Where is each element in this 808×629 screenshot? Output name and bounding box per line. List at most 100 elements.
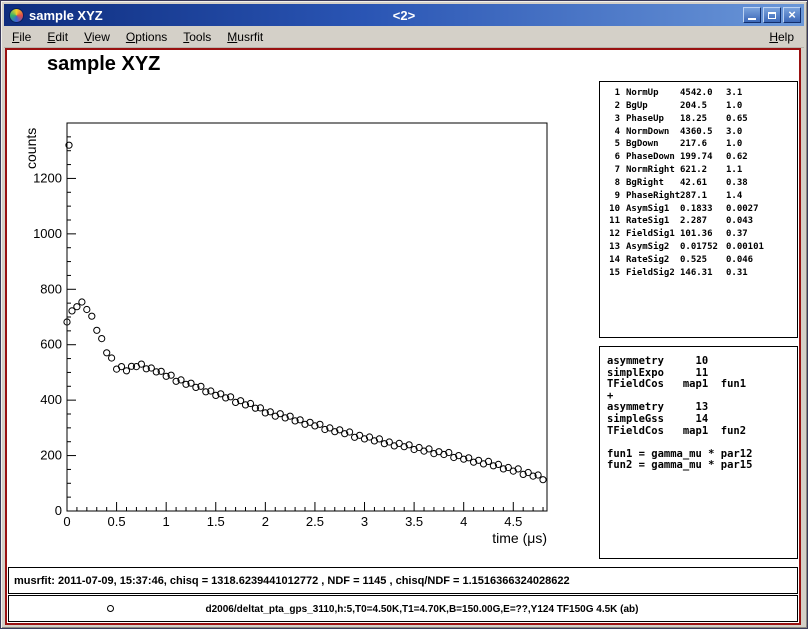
param-value: 18.25 [680,113,726,126]
param-name: AsymSig2 [626,241,680,254]
param-num: 9 [606,190,620,203]
param-error: 1.0 [726,100,797,113]
menu-item-help[interactable]: Help [759,27,804,47]
close-button[interactable]: × [783,7,801,23]
param-row: 9PhaseRight287.11.4 [606,190,797,203]
x-axis-label: time (μs) [492,530,547,546]
svg-text:1: 1 [163,514,170,529]
svg-text:400: 400 [40,392,62,407]
param-value: 204.5 [680,100,726,113]
param-value: 0.1833 [680,203,726,216]
svg-text:200: 200 [40,448,62,463]
chart[interactable]: 00.511.522.533.544.502004006008001000120… [7,50,567,566]
data-point [74,304,80,310]
param-value: 0.525 [680,254,726,267]
titlebar[interactable]: sample XYZ <2> × [4,4,804,26]
param-name: BgUp [626,100,680,113]
menu-item-file[interactable]: File [4,27,39,47]
data-point [99,336,105,342]
window-title-center: <2> [393,8,415,23]
param-row: 12FieldSig1101.360.37 [606,228,797,241]
root-canvas[interactable]: sample XYZ 00.511.522.533.544.5020040060… [5,48,801,625]
svg-text:800: 800 [40,281,62,296]
run-legend-text: d2006/deltat_pta_gps_3110,h:5,T0=4.50K,T… [9,604,797,615]
theory-line: asymmetry 10 [607,356,797,368]
data-point [109,355,115,361]
param-name: RateSig1 [626,215,680,228]
param-row: 10AsymSig10.18330.0027 [606,203,797,216]
svg-text:2.5: 2.5 [306,514,324,529]
param-error: 0.043 [726,215,797,228]
theory-line: TFieldCos map1 fun1 [607,379,797,391]
svg-text:4.5: 4.5 [504,514,522,529]
param-num: 11 [606,215,620,228]
param-value: 146.31 [680,267,726,280]
menu-item-options[interactable]: Options [118,27,175,47]
param-row: 1NormUp4542.03.1 [606,87,797,100]
param-num: 6 [606,151,620,164]
param-name: BgRight [626,177,680,190]
svg-text:0.5: 0.5 [108,514,126,529]
param-value: 621.2 [680,164,726,177]
param-name: BgDown [626,138,680,151]
run-legend-box: d2006/deltat_pta_gps_3110,h:5,T0=4.50K,T… [8,595,798,622]
param-error: 0.046 [726,254,797,267]
maximize-button[interactable] [763,7,781,23]
param-row: 15FieldSig2146.310.31 [606,267,797,280]
param-value: 199.74 [680,151,726,164]
chart-points [64,142,546,483]
param-name: FieldSig1 [626,228,680,241]
param-row: 6PhaseDown199.740.62 [606,151,797,164]
menu-item-edit[interactable]: Edit [39,27,76,47]
param-value: 4360.5 [680,126,726,139]
param-num: 5 [606,138,620,151]
svg-text:1.5: 1.5 [207,514,225,529]
parameter-panel: 1NormUp4542.03.12BgUp204.51.03PhaseUp18.… [599,81,798,338]
fit-info-box: musrfit: 2011-07-09, 15:37:46, chisq = 1… [8,567,798,594]
param-name: NormDown [626,126,680,139]
data-point [540,477,546,483]
param-error: 0.37 [726,228,797,241]
minimize-button[interactable] [743,7,761,23]
param-error: 1.1 [726,164,797,177]
param-num: 8 [606,177,620,190]
param-error: 0.00101 [726,241,797,254]
theory-line: TFieldCos map1 fun2 [607,426,797,438]
param-error: 0.38 [726,177,797,190]
minimize-icon [748,18,756,20]
param-num: 12 [606,228,620,241]
menu-item-view[interactable]: View [76,27,118,47]
param-name: FieldSig2 [626,267,680,280]
theory-panel: asymmetry 10simplExpo 11TFieldCos map1 f… [599,346,798,559]
chart-labels: 00.511.522.533.544.502004006008001000120… [23,128,547,546]
fit-info-text: musrfit: 2011-07-09, 15:37:46, chisq = 1… [14,575,570,587]
param-value: 0.01752 [680,241,726,254]
svg-text:3.5: 3.5 [405,514,423,529]
param-error: 0.65 [726,113,797,126]
data-point [89,313,95,319]
param-num: 7 [606,164,620,177]
maximize-icon [768,12,776,19]
param-name: PhaseRight [626,190,680,203]
window: sample XYZ <2> × File Edit View Options … [0,0,808,629]
param-row: 4 NormDown4360.53.0 [606,126,797,139]
param-num: 1 [606,87,620,100]
svg-text:1200: 1200 [33,170,62,185]
param-error: 3.0 [726,126,797,139]
param-row: 13AsymSig20.017520.00101 [606,241,797,254]
param-name: NormRight [626,164,680,177]
param-name: PhaseDown [626,151,680,164]
menu-item-musrfit[interactable]: Musrfit [219,27,271,47]
y-axis-label: counts [23,128,39,169]
param-name: RateSig2 [626,254,680,267]
param-row: 14RateSig20.5250.046 [606,254,797,267]
param-num: 4 [606,126,620,139]
menu-item-tools[interactable]: Tools [175,27,219,47]
data-point [79,299,85,305]
param-num: 3 [606,113,620,126]
svg-text:1000: 1000 [33,226,62,241]
close-icon: × [788,9,796,21]
param-error: 1.0 [726,138,797,151]
param-error: 3.1 [726,87,797,100]
param-error: 0.31 [726,267,797,280]
